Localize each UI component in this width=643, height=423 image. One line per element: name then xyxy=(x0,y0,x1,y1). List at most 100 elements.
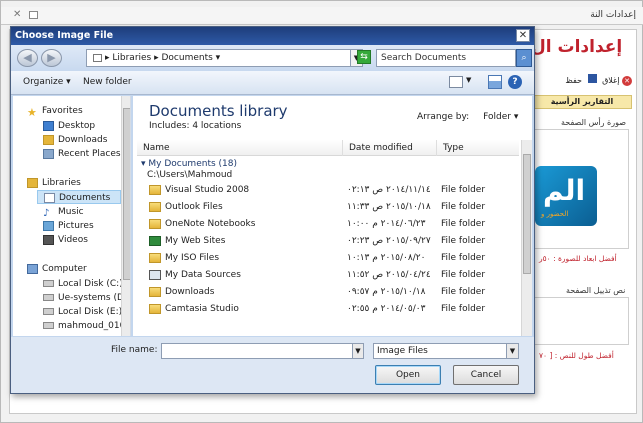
logo-image: الم الحضور و xyxy=(535,166,597,226)
arrange-by[interactable]: Arrange by: Folder ▾ xyxy=(417,112,518,122)
view-options-icon[interactable] xyxy=(449,76,463,88)
choose-image-dialog: Choose Image File ✕ ◀ ▶ ▸ Libraries ▸ Do… xyxy=(10,26,535,394)
nav-computer[interactable]: Computer xyxy=(27,262,130,276)
file-list-scroll-thumb[interactable] xyxy=(523,154,531,274)
file-row[interactable]: OneNote Notebooks ٢٠١٤/٠٦/٢٣ م ١٠:٠٠ File … xyxy=(137,216,519,233)
nav-disk-c[interactable]: Local Disk (C:) xyxy=(43,277,130,291)
dialog-close-button[interactable]: ✕ xyxy=(516,29,530,42)
footer-length-hint: أفضل طول للنص : [ ٧٠ xyxy=(539,351,614,360)
form-header: إعدادات ال xyxy=(531,37,623,57)
nav-music[interactable]: ♪ Music xyxy=(43,205,130,219)
group-path: C:\Users\Mahmoud xyxy=(147,170,233,180)
back-button[interactable]: ◀ xyxy=(17,49,38,67)
open-button[interactable]: Open xyxy=(375,365,441,385)
star-icon: ★ xyxy=(27,105,37,119)
nav-downloads[interactable]: Downloads xyxy=(43,133,130,147)
downloads-icon xyxy=(43,134,54,145)
libraries-icon xyxy=(27,177,38,188)
column-type[interactable]: Type xyxy=(437,140,519,156)
desktop-icon xyxy=(43,120,54,131)
form-toolbar: ✕ إغلاق حفظ xyxy=(532,74,632,88)
nav-desktop[interactable]: Desktop xyxy=(43,119,130,133)
nav-libraries[interactable]: Libraries xyxy=(27,176,130,190)
file-name-label: File name: xyxy=(111,345,158,355)
footer-text-label: نص تذييل الصفحة xyxy=(566,286,626,295)
nav-documents[interactable]: Documents xyxy=(37,190,121,204)
folder-icon xyxy=(149,287,161,297)
cancel-button[interactable]: Cancel xyxy=(453,365,519,385)
new-folder-button[interactable]: New folder xyxy=(83,77,132,87)
file-name-dropdown[interactable]: ▼ xyxy=(352,344,363,358)
save-icon[interactable] xyxy=(587,74,597,83)
library-locations[interactable]: Includes: 4 locations xyxy=(149,121,241,131)
nav-scrollbar[interactable] xyxy=(121,96,130,336)
file-list-pane: Documents library Includes: 4 locations … xyxy=(133,96,532,336)
chevron-down-icon[interactable]: ▼ xyxy=(506,344,518,358)
nav-pictures[interactable]: Pictures xyxy=(43,219,130,233)
folder-icon xyxy=(149,185,161,195)
tab-title: إعدادات النة xyxy=(590,10,636,20)
data-sources-folder-icon xyxy=(149,270,161,280)
save-button[interactable]: حفظ xyxy=(565,76,582,85)
forward-button[interactable]: ▶ xyxy=(41,49,62,67)
document-tab[interactable]: ✕ إعدادات النة xyxy=(1,7,643,25)
file-type-select[interactable]: Image Files ▼ xyxy=(373,343,519,359)
library-title: Documents library xyxy=(149,102,288,120)
nav-network-drive[interactable]: mahmoud_010064( xyxy=(43,319,121,333)
web-sites-folder-icon xyxy=(149,236,161,246)
navigation-pane: ★ Favorites Desktop Downloads Recent Plac… xyxy=(13,96,131,336)
disk-icon xyxy=(43,280,54,287)
file-row[interactable]: Visual Studio 2008 ٢٠١٤/١١/١٤ ص ٠٢:١٣ File… xyxy=(137,182,519,199)
folder-icon xyxy=(149,304,161,314)
nav-videos[interactable]: Videos xyxy=(43,233,130,247)
recent-places-icon xyxy=(43,148,54,159)
folder-icon xyxy=(149,219,161,229)
address-bar[interactable]: ▸ Libraries ▸ Documents ▾ xyxy=(86,49,351,67)
file-row[interactable]: My ISO Files ٢٠١٥/٠٨/٢٠ م ١٠:١٣ File folde… xyxy=(137,250,519,267)
documents-icon xyxy=(44,192,55,203)
organize-button[interactable]: Organize ▾ xyxy=(23,77,71,87)
nav-recent-places[interactable]: Recent Places xyxy=(43,147,130,161)
disk-icon xyxy=(43,294,54,301)
file-row[interactable]: My Web Sites ٢٠١٥/٠٩/٢٧ ص ٠٢:٢٣ File folde… xyxy=(137,233,519,250)
group-header[interactable]: ▾ My Documents (18) xyxy=(141,159,237,169)
command-bar: Organize ▾ New folder ▼ ? xyxy=(11,71,534,95)
column-date-modified[interactable]: Date modified xyxy=(343,140,437,156)
column-name[interactable]: Name xyxy=(137,140,343,156)
arrange-by-value[interactable]: Folder ▾ xyxy=(483,112,518,122)
document-icon xyxy=(29,11,38,19)
library-icon xyxy=(93,53,102,62)
column-header-row: Name Date modified Type xyxy=(137,140,519,156)
computer-icon xyxy=(27,263,38,274)
file-row[interactable]: Outlook Files ٢٠١٥/١٠/١٨ ص ١١:٣٣ File fold… xyxy=(137,199,519,216)
videos-icon xyxy=(43,234,54,245)
close-tab-icon[interactable]: ✕ xyxy=(13,9,21,20)
footer-text-box[interactable] xyxy=(533,297,629,345)
file-list-scrollbar[interactable] xyxy=(521,140,532,336)
nav-disk-d[interactable]: Ue-systems (D:) xyxy=(43,291,130,305)
network-drive-icon xyxy=(43,322,54,329)
nav-disk-e[interactable]: Local Disk (E:) xyxy=(43,305,130,319)
preview-pane-icon[interactable] xyxy=(488,75,502,89)
search-icon[interactable]: ⌕ xyxy=(516,49,532,67)
file-row[interactable]: Camtasia Studio ٢٠١٤/٠٥/٠٣ م ٠٢:٥٥ File fo… xyxy=(137,301,519,318)
file-row[interactable]: My Data Sources ٢٠١٥/٠٤/٢٤ ص ١١:٥٢ File fo… xyxy=(137,267,519,284)
file-row[interactable]: Downloads ٢٠١٥/١٠/١٨ م ٠٩:٥٧ File folder xyxy=(137,284,519,301)
header-image-label: صورة رأس الصفحة xyxy=(561,118,627,127)
view-dropdown-icon[interactable]: ▼ xyxy=(466,76,471,84)
music-icon: ♪ xyxy=(43,207,50,219)
refresh-icon[interactable]: ⇆ xyxy=(357,50,371,64)
close-form-button[interactable]: إغلاق xyxy=(602,76,619,85)
address-row: ◀ ▶ ▸ Libraries ▸ Documents ▾ ▼ ⇆ Search… xyxy=(11,45,534,71)
dialog-footer: File name: ▼ Image Files ▼ Open Cancel xyxy=(11,337,534,393)
tab-reports[interactable]: التقارير الرأسية xyxy=(532,95,632,109)
disk-icon xyxy=(43,308,54,315)
nav-scroll-thumb[interactable] xyxy=(123,108,130,280)
file-name-input[interactable] xyxy=(161,343,364,359)
address-path: ▸ Libraries ▸ Documents ▾ xyxy=(105,53,221,63)
search-input[interactable]: Search Documents xyxy=(376,49,516,67)
folder-icon xyxy=(149,253,161,263)
nav-favorites[interactable]: ★ Favorites xyxy=(27,104,130,119)
help-icon[interactable]: ? xyxy=(508,75,522,89)
close-form-icon[interactable]: ✕ xyxy=(622,76,632,86)
